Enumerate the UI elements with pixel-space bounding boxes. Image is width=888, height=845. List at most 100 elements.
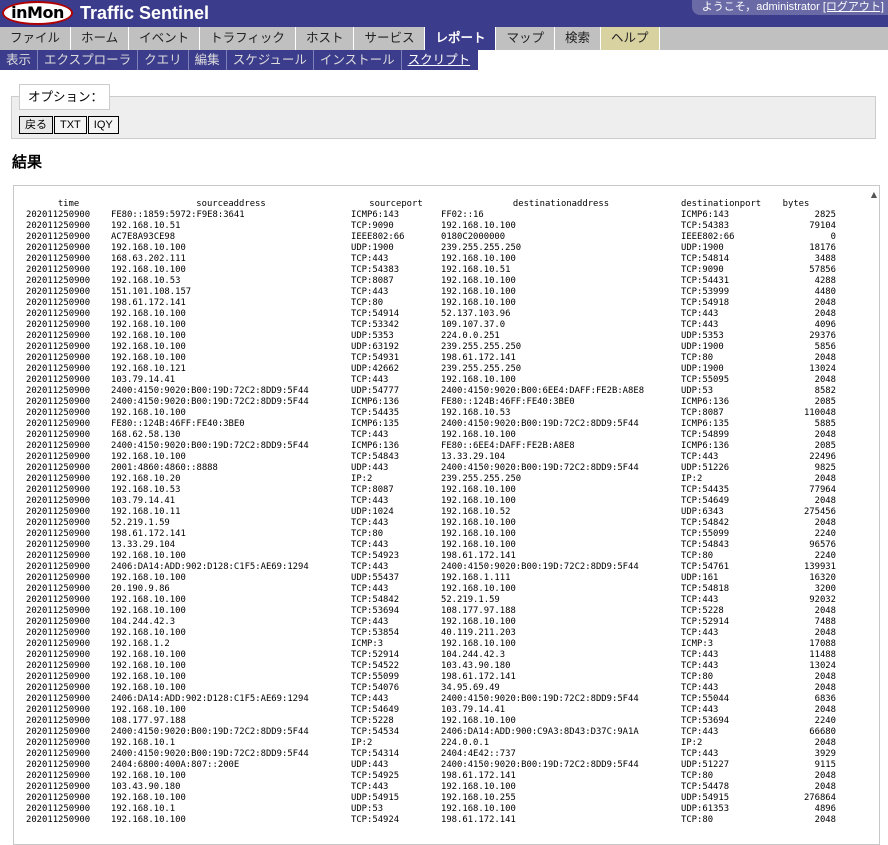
- table-cell: 2400:4150:9020:B00:19D:72C2:8DD9:5F44: [441, 419, 639, 429]
- column-header: sourceaddress: [196, 199, 266, 209]
- table-cell: UDP:1024: [351, 507, 394, 517]
- menu-item-search[interactable]: 検索: [555, 27, 602, 50]
- menu-item-home[interactable]: ホーム: [71, 27, 130, 50]
- table-cell: 192.168.10.1: [111, 804, 176, 814]
- table-cell: TCP:53999: [681, 287, 730, 297]
- table-row: 202011250900 168.63.202.111 TCP:443 192.168…: [26, 254, 836, 265]
- results-panel[interactable]: ▲ time sourceaddress sourceport destination…: [13, 185, 880, 845]
- table-cell: 13.33.29.104: [441, 452, 506, 462]
- table-cell: 202011250900: [26, 540, 91, 550]
- table-cell: 192.168.10.53: [111, 276, 181, 286]
- table-cell: 202011250900: [26, 342, 91, 352]
- table-row: 202011250900 13.33.29.104 TCP:443 192.168.1…: [26, 540, 836, 551]
- table-cell: TCP:443: [351, 375, 389, 385]
- table-row: 202011250900 FE80::1859:5972:F9E8:3641 ICM…: [26, 210, 836, 221]
- table-cell: 192.168.10.51: [111, 221, 181, 231]
- table-cell: UDP:443: [351, 463, 389, 473]
- table-cell: TCP:443: [351, 562, 389, 572]
- logout-link[interactable]: [ログアウト]: [823, 1, 884, 13]
- column-header: bytes: [782, 199, 810, 209]
- table-cell: 275456: [803, 507, 836, 517]
- results-title: 結果: [12, 154, 43, 171]
- table-cell: 276864: [803, 793, 836, 803]
- table-cell: 202011250900: [26, 496, 91, 506]
- table-cell: 2048: [814, 782, 836, 792]
- table-cell: 2400:4150:9020:B00:19D:72C2:8DD9:5F44: [111, 749, 309, 759]
- menu-item-host[interactable]: ホスト: [296, 27, 355, 50]
- table-row: 202011250900 192.168.10.51 TCP:9090 192.168…: [26, 221, 836, 232]
- menu-item-file[interactable]: ファイル: [0, 27, 72, 50]
- table-cell: 202011250900: [26, 562, 91, 572]
- table-row: 202011250900 AC7E8A93CE98 IEEE802:66 0180C2…: [26, 232, 836, 243]
- table-cell: TCP:443: [351, 254, 389, 264]
- submenu-item-query[interactable]: クエリ: [138, 50, 189, 70]
- table-cell: 202011250900: [26, 210, 91, 220]
- table-row: 202011250900 192.168.10.100 TCP:54923 198.6…: [26, 551, 836, 562]
- table-cell: 202011250900: [26, 265, 91, 275]
- submenu-item-edit[interactable]: 編集: [189, 50, 227, 70]
- back-button[interactable]: 戻る: [19, 116, 53, 134]
- menu-item-report[interactable]: レポート: [425, 27, 497, 50]
- table-row: 202011250900 192.168.10.100 UDP:1900 239.25…: [26, 243, 836, 254]
- table-cell: TCP:55095: [681, 375, 730, 385]
- table-cell: AC7E8A93CE98: [111, 232, 176, 242]
- table-row: 202011250900 2406:DA14:ADD:902:D128:C1F5:…: [26, 562, 836, 573]
- table-cell: 202011250900: [26, 650, 91, 660]
- table-cell: 7488: [814, 617, 836, 627]
- table-cell: 2240: [814, 551, 836, 561]
- table-cell: TCP:80: [681, 353, 714, 363]
- table-cell: TCP:53342: [351, 320, 400, 330]
- table-cell: 202011250900: [26, 309, 91, 319]
- menu-item-event[interactable]: イベント: [129, 27, 201, 50]
- options-legend: オプション：: [19, 84, 110, 110]
- submenu-item-schedule[interactable]: スケジュール: [227, 50, 314, 70]
- table-row: 202011250900 192.168.10.100 TCP:54843 13.33…: [26, 452, 836, 463]
- table-cell: 202011250900: [26, 727, 91, 737]
- txt-button[interactable]: TXT: [54, 116, 87, 134]
- table-row: 202011250900 192.168.10.100 TCP:54842 52.21…: [26, 595, 836, 606]
- submenu-item-view[interactable]: 表示: [0, 50, 39, 70]
- table-row: 202011250900 192.168.10.100 UDP:54915 192.1…: [26, 793, 836, 804]
- table-cell: 202011250900: [26, 276, 91, 286]
- table-row: 202011250900 192.168.10.1 UDP:53 192.168.10…: [26, 804, 836, 815]
- table-cell: 3200: [814, 584, 836, 594]
- table-cell: 198.61.172.141: [441, 353, 516, 363]
- table-cell: ICMP6:143: [681, 210, 730, 220]
- table-cell: TCP:80: [681, 672, 714, 682]
- menu-item-traffic[interactable]: トラフィック: [200, 27, 296, 50]
- table-cell: 202011250900: [26, 430, 91, 440]
- submenu-item-script[interactable]: スクリプト: [402, 50, 477, 70]
- table-cell: 2048: [814, 496, 836, 506]
- table-cell: 192.168.10.100: [441, 529, 516, 539]
- table-cell: 0180C2000000: [441, 232, 506, 242]
- table-cell: 2406:DA14:ADD:902:D128:C1F5:AE69:1294: [111, 694, 309, 704]
- table-row: 202011250900 FE80::124B:46FF:FE40:3BE0 ICM…: [26, 419, 836, 430]
- table-cell: 2048: [814, 771, 836, 781]
- table-row: 202011250900 168.62.58.130 TCP:443 192.168.…: [26, 430, 836, 441]
- submenu-item-install[interactable]: インストール: [314, 50, 402, 70]
- table-cell: UDP:443: [351, 760, 389, 770]
- table-cell: IP:2: [351, 474, 373, 484]
- table-cell: TCP:53694: [681, 716, 730, 726]
- table-cell: TCP:54842: [351, 595, 400, 605]
- submenu-item-explorer[interactable]: エクスプローラ: [38, 50, 139, 70]
- table-row: 202011250900 198.61.172.141 TCP:80 192.168.…: [26, 298, 836, 309]
- table-cell: TCP:54843: [351, 452, 400, 462]
- menu-item-help[interactable]: ヘルプ: [601, 27, 660, 50]
- table-cell: TCP:54534: [351, 727, 400, 737]
- menu-item-map[interactable]: マップ: [496, 27, 555, 50]
- table-row: 202011250900 103.79.14.41 TCP:443 192.168.1…: [26, 496, 836, 507]
- table-cell: TCP:443: [351, 540, 389, 550]
- iqy-button[interactable]: IQY: [87, 116, 119, 134]
- table-row: 202011250900 103.79.14.41 TCP:443 192.168.1…: [26, 375, 836, 386]
- table-cell: TCP:55099: [681, 529, 730, 539]
- table-cell: 2404:4E42::737: [441, 749, 516, 759]
- table-cell: 198.61.172.141: [441, 771, 516, 781]
- menu-item-service[interactable]: サービス: [354, 27, 426, 50]
- table-cell: TCP:443: [681, 749, 719, 759]
- table-cell: 108.177.97.188: [111, 716, 186, 726]
- table-cell: TCP:443: [351, 782, 389, 792]
- table-cell: 192.168.10.100: [111, 309, 186, 319]
- scroll-up-arrow-icon[interactable]: ▲: [871, 190, 877, 199]
- table-cell: UDP:5353: [681, 331, 724, 341]
